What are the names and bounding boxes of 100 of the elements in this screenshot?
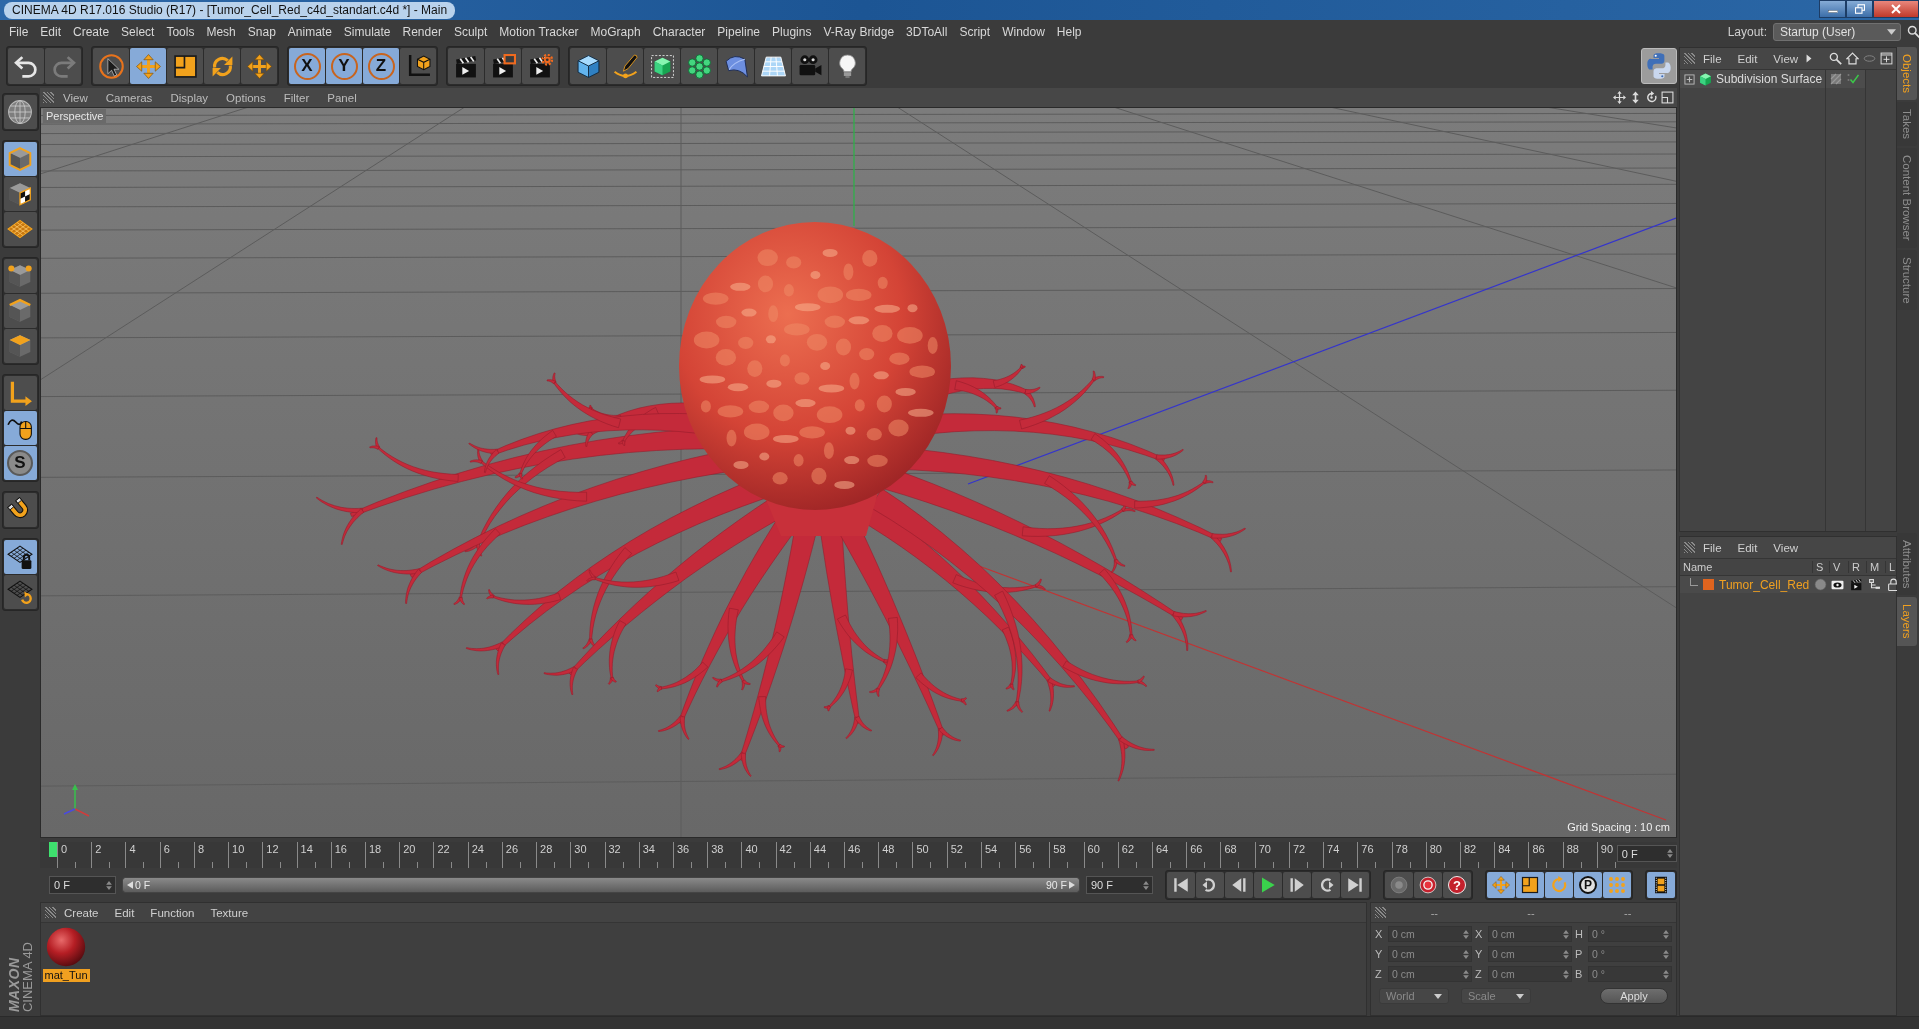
playback-button[interactable] (1341, 872, 1369, 898)
menu-item[interactable]: V-Ray Bridge (817, 21, 901, 43)
layer-color-swatch[interactable] (1703, 579, 1714, 590)
mode-button[interactable] (3, 540, 37, 574)
record-button[interactable]: ? (1443, 872, 1471, 898)
panel-menu-item[interactable]: File (1695, 52, 1730, 65)
menu-item[interactable]: Select (115, 21, 161, 43)
menu-item[interactable]: Sculpt (447, 21, 494, 43)
playback-button[interactable] (1254, 872, 1282, 898)
toolbar-button[interactable] (485, 48, 521, 84)
toolbar-button[interactable] (448, 48, 484, 84)
menu-item[interactable]: Script (953, 21, 997, 43)
record-button[interactable] (1414, 872, 1442, 898)
playback-button[interactable] (1196, 872, 1224, 898)
coordinate-field[interactable]: 0 cm (1388, 966, 1472, 982)
playback-button[interactable] (1225, 872, 1253, 898)
current-frame-field[interactable]: 0 F (1616, 845, 1677, 862)
toolbar-button[interactable] (607, 48, 643, 84)
viewport-menu-item[interactable]: Display (161, 91, 218, 104)
toolbar-button[interactable] (93, 48, 129, 84)
toolbar-button[interactable] (644, 48, 680, 84)
search-button[interactable] (1907, 23, 1919, 41)
key-track-button[interactable]: P (1574, 872, 1602, 898)
menu-item[interactable]: Plugins (766, 21, 818, 43)
panel-menu-item[interactable]: Edit (106, 906, 143, 919)
panel-menu-item[interactable]: View (1765, 541, 1807, 554)
panel-menu-item[interactable]: View (1765, 52, 1807, 65)
minimize-button[interactable] (1819, 0, 1846, 18)
side-tab[interactable]: Attributes (1897, 532, 1917, 596)
coordinate-field[interactable]: 0 cm (1488, 946, 1572, 962)
mode-button[interactable] (3, 212, 37, 246)
panel-menu-item[interactable]: Function (142, 906, 203, 919)
menu-item[interactable]: Snap (241, 21, 282, 43)
end-frame-field[interactable]: 90 F (1085, 876, 1153, 894)
side-tab[interactable]: Layers (1897, 597, 1917, 646)
toolbar-button[interactable] (570, 48, 606, 84)
mode-button[interactable] (3, 294, 37, 328)
start-frame-field[interactable]: 0 F (49, 876, 117, 894)
panel-menu-item[interactable]: Create (56, 906, 107, 919)
layout-dropdown[interactable]: Startup (User) (1773, 23, 1901, 41)
python-button[interactable] (1641, 48, 1677, 84)
menu-item[interactable]: Animate (281, 21, 338, 43)
menu-item[interactable]: Create (67, 21, 116, 43)
playhead-marker[interactable] (49, 842, 57, 857)
toolbar-button[interactable] (829, 48, 865, 84)
menu-item[interactable]: Edit (34, 21, 68, 43)
playback-button[interactable] (1312, 872, 1340, 898)
panel-menu-item[interactable]: Texture (202, 906, 257, 919)
record-button[interactable] (1385, 872, 1413, 898)
mode-button[interactable] (3, 411, 37, 445)
viewport-menu-item[interactable]: View (54, 91, 97, 104)
object-row[interactable]: Subdivision Surface (1680, 70, 1825, 88)
menu-item[interactable]: Tools (160, 21, 201, 43)
playback-button[interactable] (1283, 872, 1311, 898)
coordinate-field[interactable]: 0 ° (1588, 966, 1672, 982)
mode-button[interactable] (3, 177, 37, 211)
3d-viewport[interactable]: Perspective Grid Spacing : 10 cm (40, 107, 1677, 838)
mode-button[interactable] (3, 376, 37, 410)
apply-button[interactable]: Apply (1600, 988, 1668, 1004)
coordinate-field[interactable]: 0 ° (1588, 926, 1672, 942)
panel-menu-item[interactable]: File (1695, 541, 1730, 554)
toolbar-button[interactable] (755, 48, 791, 84)
toolbar-button[interactable] (400, 48, 436, 84)
menu-item[interactable]: Pipeline (711, 21, 767, 43)
menu-item[interactable]: File (3, 21, 35, 43)
toolbar-button[interactable] (522, 48, 558, 84)
coordinate-field[interactable]: 0 ° (1588, 946, 1672, 962)
layer-row[interactable]: Tumor_Cell_Red (1680, 576, 1896, 593)
coordinate-field[interactable]: 0 cm (1488, 966, 1572, 982)
toolbar-button[interactable] (8, 48, 44, 84)
viewport-menu-item[interactable]: Filter (274, 91, 319, 104)
mode-button[interactable] (3, 142, 37, 176)
close-button[interactable] (1873, 0, 1919, 18)
coordinate-field[interactable]: 0 cm (1388, 926, 1472, 942)
viewport-menu-item[interactable]: Panel (318, 91, 366, 104)
menu-item[interactable]: Motion Tracker (493, 21, 585, 43)
toolbar-button[interactable]: Z (363, 48, 399, 84)
mode-button[interactable] (3, 575, 37, 609)
menu-item[interactable]: Render (396, 21, 448, 43)
menu-item[interactable]: Help (1050, 21, 1088, 43)
toolbar-button[interactable] (167, 48, 203, 84)
menu-item[interactable]: Simulate (337, 21, 397, 43)
mode-button[interactable] (3, 329, 37, 363)
preview-range-slider[interactable]: 0 F 90 F (122, 877, 1080, 893)
tumor-cell-model[interactable] (315, 222, 1246, 782)
panel-menu-item[interactable]: Edit (1729, 541, 1766, 554)
toolbar-button[interactable]: X (289, 48, 325, 84)
toolbar-button[interactable]: Y (326, 48, 362, 84)
menu-item[interactable]: Mesh (200, 21, 242, 43)
viewport-menu-item[interactable]: Options (217, 91, 275, 104)
panel-menu-item[interactable]: Edit (1729, 52, 1766, 65)
coordinate-field[interactable]: 0 cm (1388, 946, 1472, 962)
playback-button[interactable] (1167, 872, 1195, 898)
side-tab[interactable]: Objects (1897, 47, 1917, 100)
mode-button[interactable] (3, 259, 37, 293)
viewport-menu-item[interactable]: Cameras (96, 91, 162, 104)
maximize-button[interactable] (1846, 0, 1873, 18)
coordinate-field[interactable]: 0 cm (1488, 926, 1572, 942)
menu-item[interactable]: MoGraph (584, 21, 647, 43)
mode-button[interactable]: S (3, 446, 37, 480)
